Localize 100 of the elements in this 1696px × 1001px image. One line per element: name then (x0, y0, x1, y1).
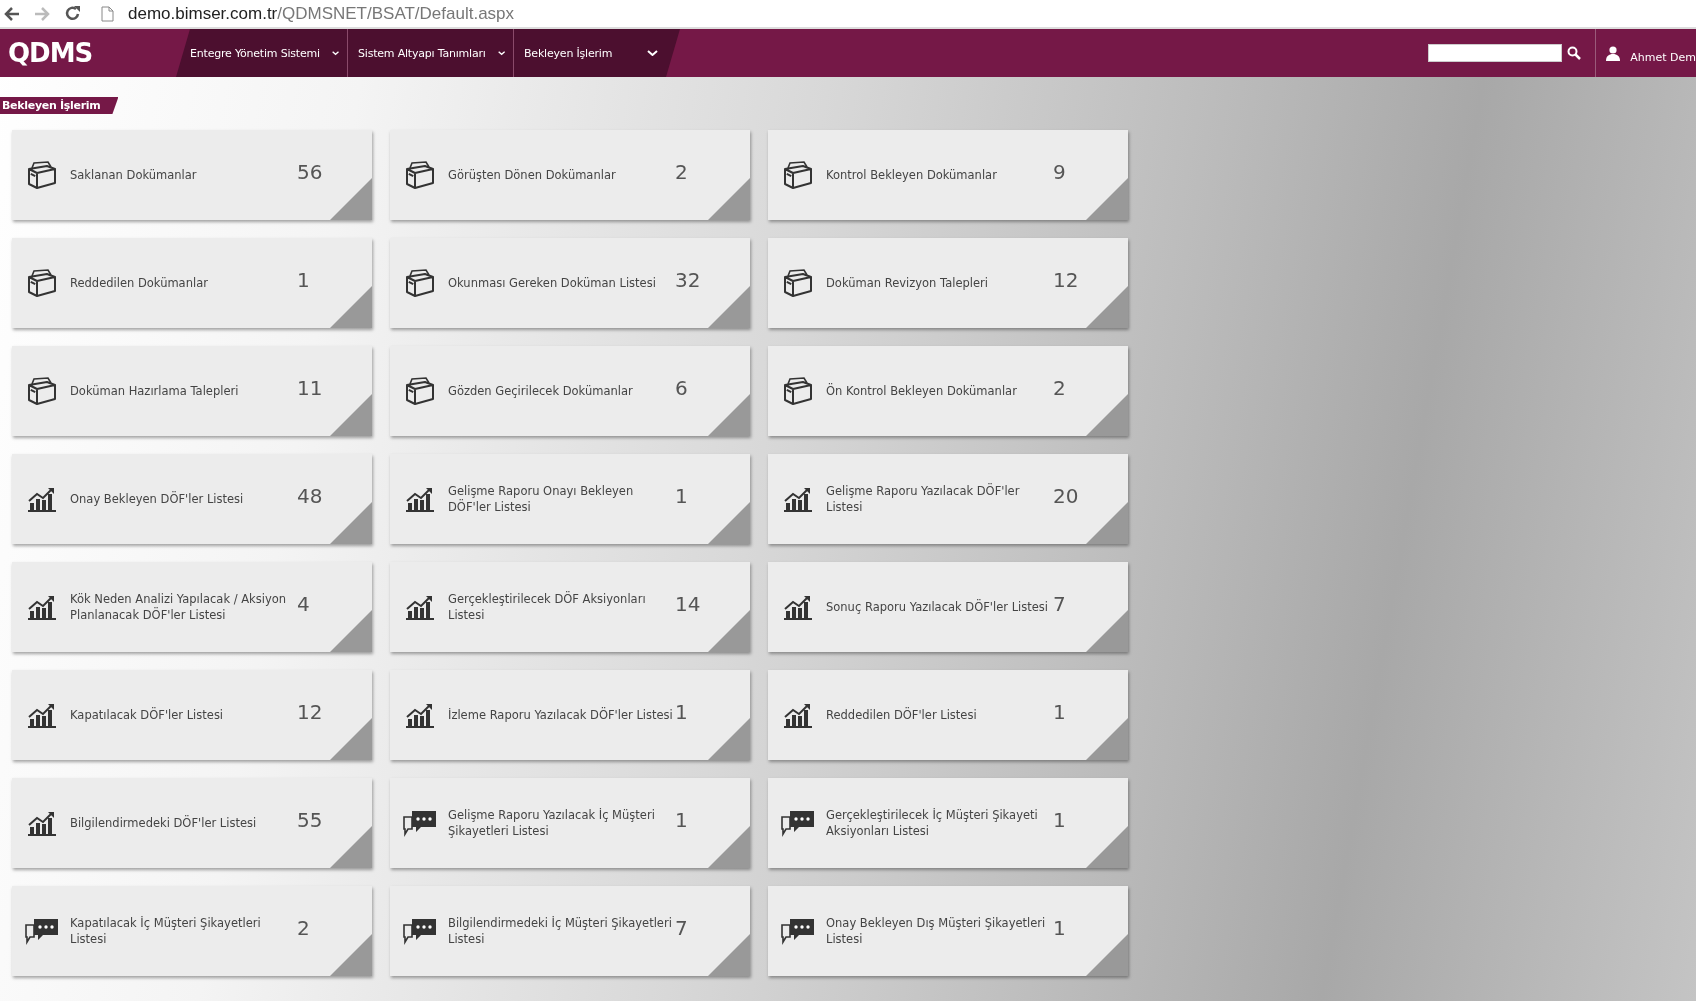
task-tile[interactable]: Gelişme Raporu Yazılacak DÖF'ler Listesi 20 (768, 454, 1128, 544)
task-tile[interactable]: Doküman Hazırlama Talepleri 11 (12, 346, 372, 436)
task-tile[interactable]: Bilgilendirmedeki DÖF'ler Listesi 55 (12, 778, 372, 868)
task-tile[interactable]: Görüşten Dönen Dokümanlar 2 (390, 130, 750, 220)
chat-bubble-icon (402, 917, 438, 945)
tile-label: Görüşten Dönen Dokümanlar (448, 167, 617, 184)
tile-count: 1 (1053, 699, 1066, 726)
box-icon (27, 377, 57, 405)
page-icon (101, 5, 114, 22)
chevron-down-icon (497, 50, 505, 56)
task-tile[interactable]: Sonuç Raporu Yazılacak DÖF'ler Listesi 7 (768, 562, 1128, 652)
back-icon[interactable] (4, 5, 20, 22)
task-tile[interactable]: Doküman Revizyon Talepleri 12 (768, 238, 1128, 328)
menu-item[interactable]: Entegre Yönetim Sistemi (180, 29, 348, 77)
task-tile[interactable]: İzleme Raporu Yazılacak DÖF'ler Listesi 1 (390, 670, 750, 760)
tile-label: Ön Kontrol Bekleyen Dokümanlar (826, 382, 1018, 400)
task-tile[interactable]: Gözden Geçirilecek Dokümanlar 6 (390, 346, 750, 436)
chevron-down-icon (331, 50, 339, 56)
tile-label: Saklanan Dokümanlar (70, 167, 198, 184)
task-tile[interactable]: Gerçekleştirilecek İç Müşteri Şikayeti Aksiyonları Listesi 1 (768, 778, 1128, 868)
task-tile[interactable]: Kapatılacak İç Müşteri Şikayetleri Listesi 2 (12, 886, 372, 976)
tile-count: 1 (1053, 807, 1066, 834)
tile-label: Gerçekleştirilecek İç Müşteri Şikayeti Aksiyonları Listesi (826, 807, 1039, 840)
chat-bubble-icon (780, 917, 816, 945)
tile-count: 11 (297, 375, 323, 402)
tile-label: Bilgilendirmedeki İç Müşteri Şikayetleri Listesi (448, 915, 673, 948)
tile-count: 9 (1053, 159, 1066, 186)
task-tile[interactable]: Saklanan Dokümanlar 56 (12, 130, 372, 220)
task-tile[interactable]: Bilgilendirmedeki İç Müşteri Şikayetleri Listesi 7 (390, 886, 750, 976)
tile-label: Sonuç Raporu Yazılacak DÖF'ler Listesi (826, 598, 1050, 616)
bar-chart-icon (783, 702, 813, 728)
tile-count: 56 (297, 159, 323, 186)
tile-count: 2 (297, 915, 310, 942)
tile-count: 4 (297, 591, 310, 618)
tile-label: Onay Bekleyen Dış Müşteri Şikayetleri Listesi (826, 915, 1047, 948)
tile-count: 1 (1053, 915, 1066, 942)
tile-label: Okunması Gereken Doküman Listesi (448, 275, 657, 292)
tile-label: Bilgilendirmedeki DÖF'ler Listesi (70, 814, 258, 832)
task-tile[interactable]: Onay Bekleyen Dış Müşteri Şikayetleri Listesi 1 (768, 886, 1128, 976)
box-icon (405, 161, 435, 189)
task-tile[interactable]: Gerçekleştirilecek DÖF Aksiyonları Listesi 14 (390, 562, 750, 652)
tile-label: Kök Neden Analizi Yapılacak / Aksiyon Planlanacak DÖF'ler Listesi (70, 591, 288, 624)
tile-count: 12 (297, 699, 323, 726)
tile-count: 55 (297, 807, 323, 834)
task-tile[interactable]: Gelişme Raporu Yazılacak İç Müşteri Şikayetleri Listesi 1 (390, 778, 750, 868)
logo[interactable]: QDMS (8, 38, 93, 68)
menu-item[interactable]: Bekleyen İşlerim (514, 29, 666, 77)
tile-label: Gerçekleştirilecek DÖF Aksiyonları Listesi (448, 590, 647, 624)
task-tile[interactable]: Kontrol Bekleyen Dokümanlar 9 (768, 130, 1128, 220)
address-bar-url[interactable]: demo.bimser.com.tr/QDMSNET/BSAT/Default.aspx (128, 3, 515, 24)
bar-chart-icon (405, 486, 435, 512)
task-tile[interactable]: Okunması Gereken Doküman Listesi 32 (390, 238, 750, 328)
tile-count: 2 (675, 159, 688, 186)
tile-count: 14 (675, 591, 701, 618)
box-icon (27, 269, 57, 297)
menu-item[interactable]: Sistem Altyapı Tanımları (348, 29, 514, 77)
tile-label: Gözden Geçirilecek Dokümanlar (448, 383, 634, 400)
task-tile[interactable]: Ön Kontrol Bekleyen Dokümanlar 2 (768, 346, 1128, 436)
tile-label: Doküman Revizyon Talepleri (826, 275, 989, 292)
tile-label: Reddedilen DÖF'ler Listesi (826, 706, 978, 724)
bar-chart-icon (783, 594, 813, 620)
reload-icon[interactable] (64, 5, 81, 22)
bar-chart-icon (783, 486, 813, 512)
chat-bubble-icon (402, 809, 438, 837)
tile-label: Kapatılacak DÖF'ler Listesi (70, 706, 225, 724)
tile-label: Gelişme Raporu Yazılacak DÖF'ler Listesi (826, 482, 1021, 516)
chat-bubble-icon (24, 917, 60, 945)
tile-count: 48 (297, 483, 323, 510)
tile-count: 6 (675, 375, 688, 402)
task-tile[interactable]: Reddedilen Dokümanlar 1 (12, 238, 372, 328)
breadcrumb-tag: Bekleyen İşlerim (0, 97, 119, 114)
task-tile[interactable]: Gelişme Raporu Onayı Bekleyen DÖF'ler Listesi 1 (390, 454, 750, 544)
task-tile[interactable]: Reddedilen DÖF'ler Listesi 1 (768, 670, 1128, 760)
bar-chart-icon (27, 702, 57, 728)
chevron-down-icon (647, 50, 658, 56)
box-icon (405, 269, 435, 297)
tile-count: 1 (675, 483, 688, 510)
bar-chart-icon (27, 594, 57, 620)
user-name[interactable]: Ahmet Dem (1630, 42, 1696, 64)
tile-count: 1 (297, 267, 310, 294)
tile-label: Gelişme Raporu Onayı Bekleyen DÖF'ler Listesi (448, 483, 635, 516)
tile-label: İzleme Raporu Yazılacak DÖF'ler Listesi (448, 706, 673, 724)
bar-chart-icon (27, 810, 57, 836)
tile-count: 20 (1053, 483, 1079, 510)
search-field[interactable] (1428, 44, 1563, 62)
task-tile[interactable]: Kök Neden Analizi Yapılacak / Aksiyon Planlanacak DÖF'ler Listesi 4 (12, 562, 372, 652)
tile-count: 1 (675, 807, 688, 834)
bar-chart-icon (405, 702, 435, 728)
chat-bubble-icon (780, 809, 816, 837)
user-icon[interactable] (1606, 45, 1621, 61)
tile-count: 32 (675, 267, 701, 294)
task-tile[interactable]: Onay Bekleyen DÖF'ler Listesi 48 (12, 454, 372, 544)
task-tile[interactable]: Kapatılacak DÖF'ler Listesi 12 (12, 670, 372, 760)
tile-label: Kontrol Bekleyen Dokümanlar (826, 167, 998, 184)
tile-count: 12 (1053, 267, 1079, 294)
bar-chart-icon (27, 486, 57, 512)
tile-label: Kapatılacak İç Müşteri Şikayetleri Listesi (70, 915, 262, 948)
box-icon (783, 161, 813, 189)
search-icon[interactable] (1567, 46, 1582, 60)
box-icon (405, 377, 435, 405)
